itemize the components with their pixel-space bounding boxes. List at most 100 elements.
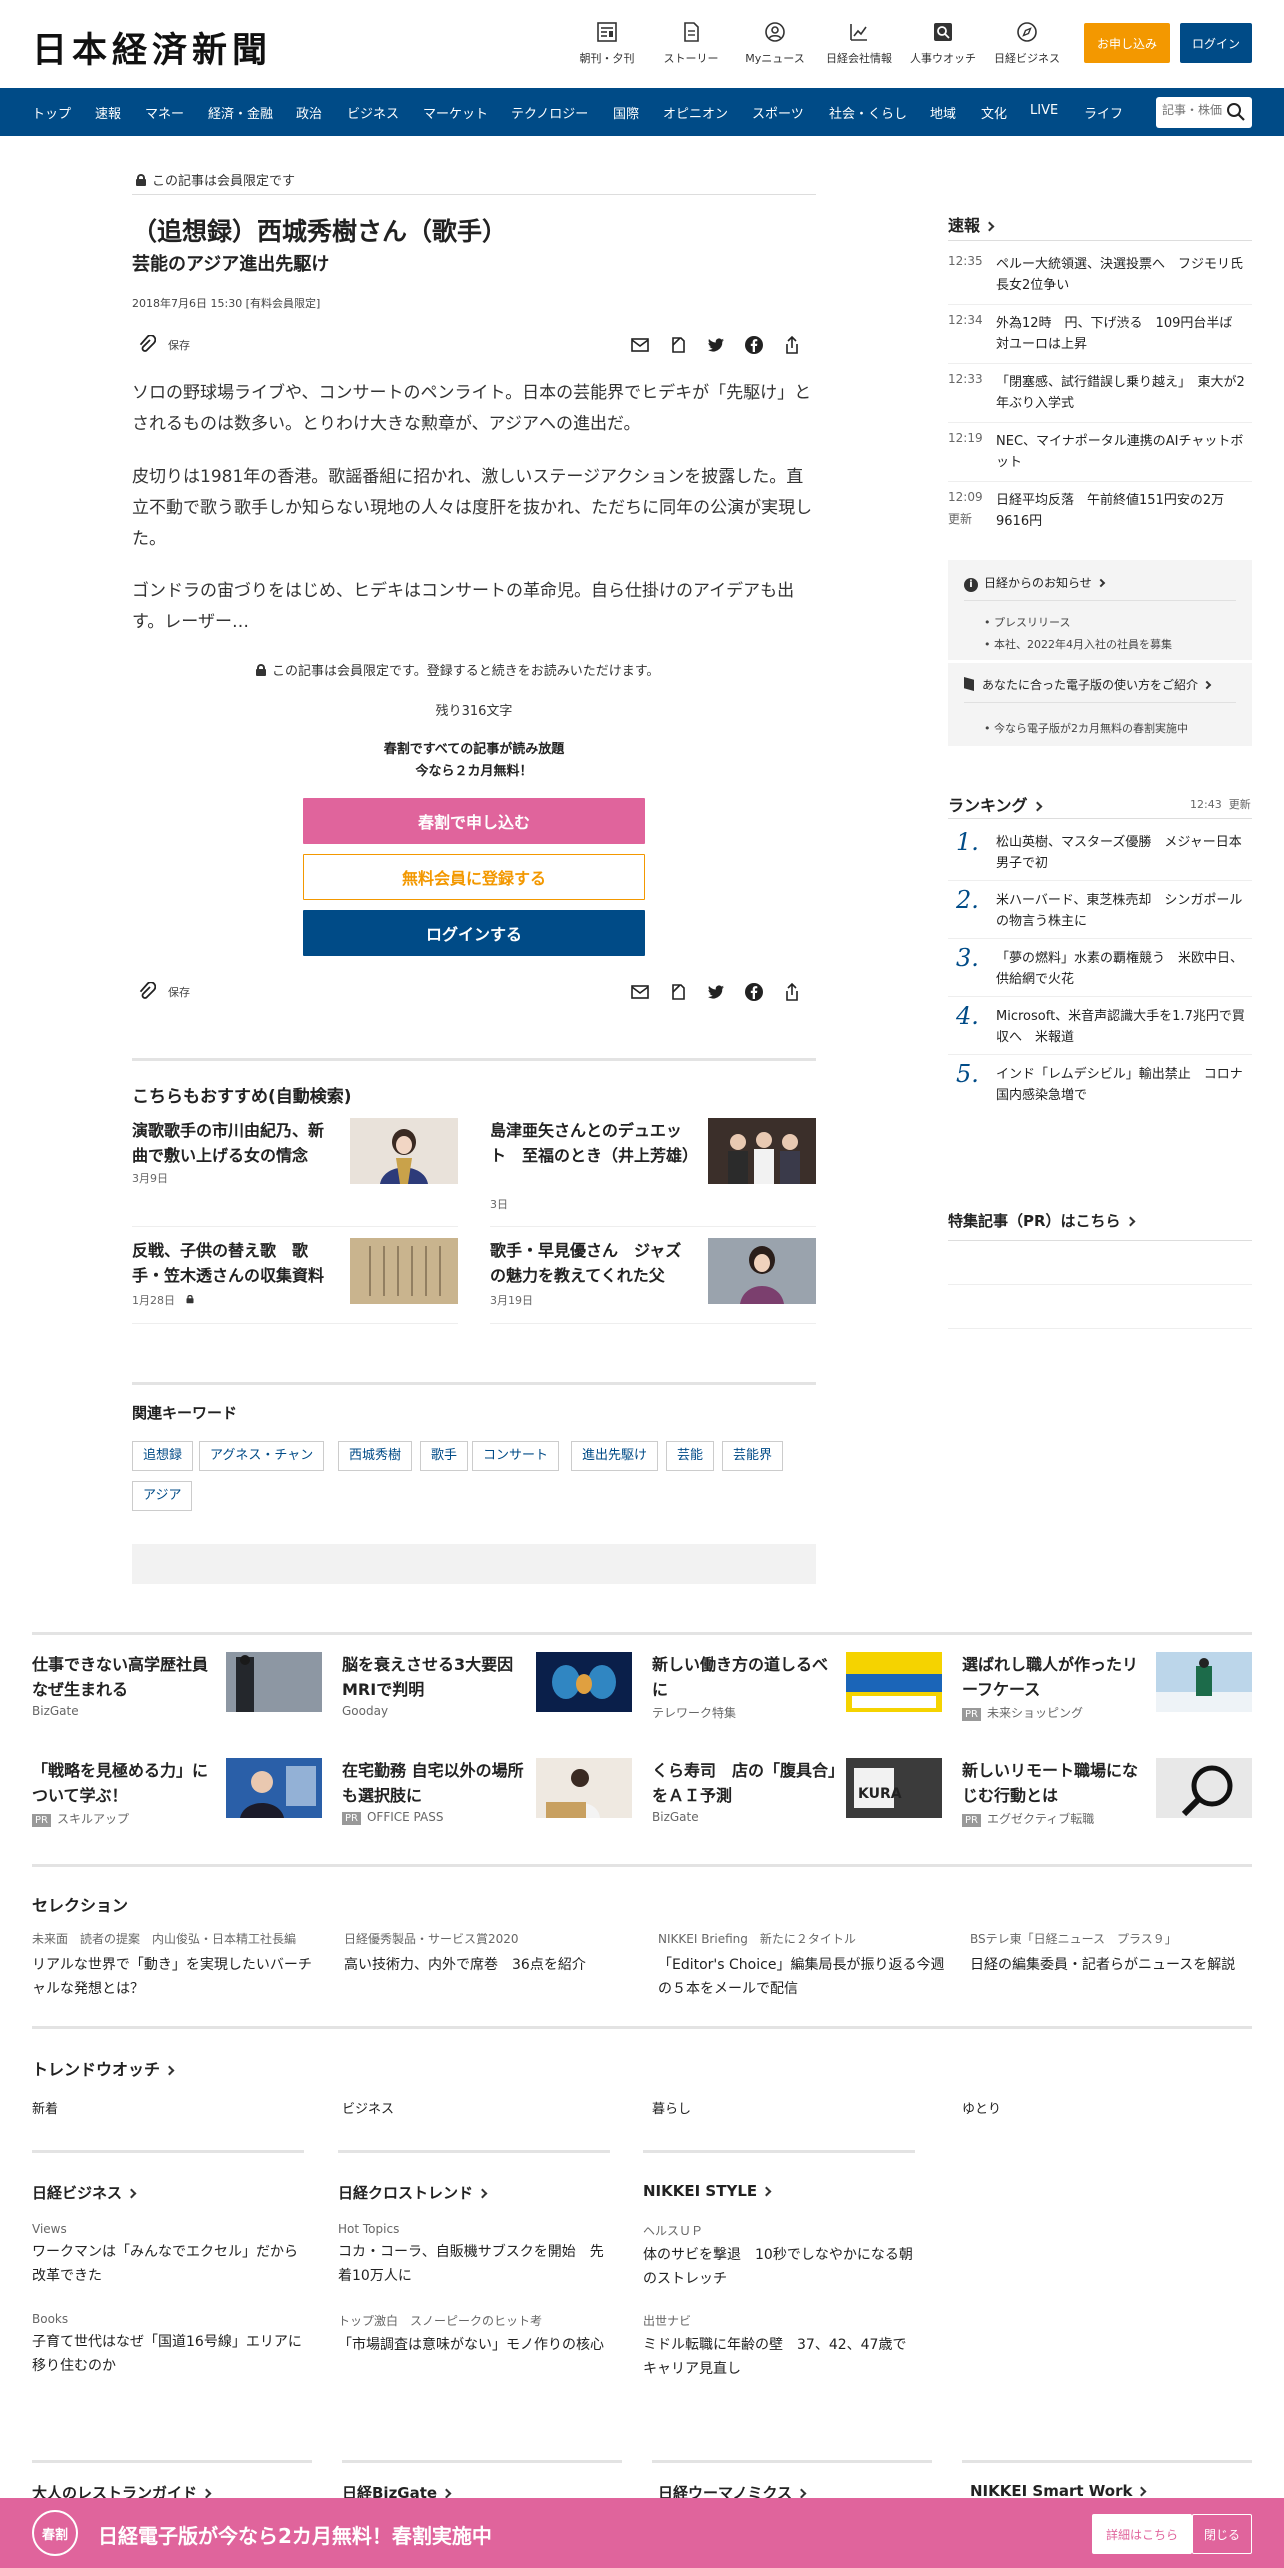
keyword-tag[interactable]: 追想録 [132,1441,194,1471]
media-item-title[interactable]: 「市場調査は意味がない」モノ作りの核心 [338,2333,610,2357]
recommend-thumbnail[interactable] [350,1238,458,1304]
recommend-item[interactable]: 演歌歌手の市川由紀乃、新曲で敷い上げる女の情念 3月9日 [132,1118,458,1218]
pr-ad-image[interactable] [1156,1652,1252,1712]
news-title[interactable]: 日経平均反落 午前終値151円安の2万9616円 [996,490,1252,532]
clip-document-icon[interactable] [668,335,688,355]
ranking-title[interactable]: 「夢の燃料」水素の覇権競う 米欧中日、供給網で火花 [996,948,1252,990]
breaking-news-item[interactable]: 12:35 ペルー大統領選、決選投票へ フジモリ氏長女2位争い [948,254,1252,298]
selection-item[interactable]: BSテレ東「日経ニュース プラス９」 日経の編集委員・記者らがニュースを解説 [970,1930,1260,1977]
pr-ad-image[interactable] [536,1652,632,1712]
special-pr-heading[interactable]: 特集記事（PR）はこちら [948,1210,1135,1231]
save-button[interactable]: 保存 [168,337,190,353]
pr-ad-image[interactable] [226,1758,322,1818]
selection-title[interactable]: 日経の編集委員・記者らがニュースを解説 [970,1953,1260,1977]
nav-item-live[interactable]: LIVE [1030,103,1058,118]
nav-item-breaking[interactable]: 速報 [95,103,121,122]
pr-ad[interactable]: 仕事できない高学歴社員なぜ生まれる BizGate [32,1652,322,1718]
pr-ad[interactable]: 新しい働き方の道しるべに テレワーク特集 [652,1652,942,1720]
clip-document-icon[interactable] [668,982,688,1002]
trend-heading[interactable]: トレンドウオッチ [32,2056,175,2080]
pr-ad-title[interactable]: くら寿司 店の「腹具合」をＡＩ予測 [652,1758,842,1808]
mail-icon[interactable] [630,335,650,355]
media-item[interactable]: ヘルスＵＰ 体のサビを撃退 10秒でしなやかになる朝のストレッチ [643,2222,915,2291]
pr-ad[interactable]: 脳を衰えさせる3大要因 MRIで判明 Gooday [342,1652,632,1718]
media-item-title[interactable]: 子育て世代はなぜ「国道16号線」エリアに移り住むのか [32,2330,304,2378]
header-link-company-info[interactable]: 日経会社情報 [823,20,895,66]
nav-item-culture[interactable]: 文化 [981,103,1007,122]
media-heading[interactable]: NIKKEI STYLE [643,2182,772,2200]
notice-item[interactable]: • プレスリリース [984,614,1070,630]
facebook-icon[interactable] [744,335,764,355]
trend-tab-business[interactable]: ビジネス [342,2098,394,2117]
keyword-tag[interactable]: アグネス・チャン [199,1441,325,1471]
header-link-mynews[interactable]: Myニュース [739,20,811,66]
pr-ad-title[interactable]: 新しい働き方の道しるべに [652,1652,842,1702]
nav-item-top[interactable]: トップ [32,103,71,122]
save-button[interactable]: 保存 [168,984,190,1000]
recommend-thumbnail[interactable] [350,1118,458,1184]
ranking-item[interactable]: 3. 「夢の燃料」水素の覇権競う 米欧中日、供給網で火花 [948,944,1252,992]
pr-ad-title[interactable]: 仕事できない高学歴社員なぜ生まれる [32,1652,222,1702]
trend-tab-leisure[interactable]: ゆとり [962,2098,1001,2117]
banner-details-button[interactable]: 詳細はこちら [1092,2514,1192,2554]
breaking-news-item[interactable]: 12:33 「閉塞感、試行錯誤し乗り越え」 東大が2年ぶり入学式 [948,372,1252,416]
media-item-title[interactable]: 体のサビを撃退 10秒でしなやかになる朝のストレッチ [643,2243,915,2291]
ranking-title[interactable]: 松山英樹、マスターズ優勝 メジャー日本男子で初 [996,832,1252,874]
pr-ad[interactable]: 選ばれし職人が作ったリーフケース PR 未来ショッピング [962,1652,1252,1721]
nav-item-politics[interactable]: 政治 [296,103,322,122]
keyword-tag[interactable]: コンサート [472,1441,560,1471]
selection-item[interactable]: NIKKEI Briefing 新たに２タイトル 「Editor's Choice… [658,1930,948,2001]
recommend-title[interactable]: 演歌歌手の市川由紀乃、新曲で敷い上げる女の情念 [132,1118,332,1168]
selection-item[interactable]: 日経優秀製品・サービス賞2020 高い技術力、内外で席巻 36点を紹介 [344,1930,634,1977]
keyword-tag[interactable]: アジア [132,1481,193,1511]
media-heading[interactable]: 日経クロストレンド [338,2182,488,2203]
nav-item-international[interactable]: 国際 [613,103,639,122]
ranking-title[interactable]: Microsoft、米音声認識大手を1.7兆円で買収へ 米報道 [996,1006,1252,1048]
keyword-tag[interactable]: 進出先駆け [571,1441,659,1471]
ranking-title[interactable]: 米ハーバード、東芝株売却 シンガポールの物言う株主に [996,890,1252,932]
pr-ad-title[interactable]: 新しいリモート職場になじむ行動とは [962,1758,1152,1808]
pr-ad[interactable]: 「戦略を見極める力」について学ぶ！ PR スキルアップ [32,1758,322,1827]
recommend-item[interactable]: 反戦、子供の替え歌 歌手・笠木透さんの収集資料 1月28日 [132,1238,458,1318]
twitter-icon[interactable] [706,982,726,1002]
ranking-item[interactable]: 4. Microsoft、米音声認識大手を1.7兆円で買収へ 米報道 [948,1002,1252,1050]
search-input[interactable] [1162,103,1222,117]
guide-heading[interactable]: あなたに合った電子版の使い方をご紹介 [964,676,1212,693]
ranking-heading[interactable]: ランキング [948,792,1042,816]
nav-item-market[interactable]: マーケット [423,103,488,122]
login-button[interactable]: ログイン [1180,23,1252,63]
keyword-tag[interactable]: 歌手 [420,1441,469,1471]
apply-button[interactable]: お申し込み [1084,23,1170,63]
breaking-news-item[interactable]: 12:34 外為12時 円、下げ渋る 109円台半ば 対ユーロは上昇 [948,313,1252,357]
pr-ad-title[interactable]: 脳を衰えさせる3大要因 MRIで判明 [342,1652,532,1702]
share-icon[interactable] [782,335,802,355]
nav-item-technology[interactable]: テクノロジー [511,103,588,122]
header-link-paper[interactable]: 朝刊・夕刊 [571,20,643,66]
pr-ad[interactable]: くら寿司 店の「腹具合」をＡＩ予測 BizGate KURA [652,1758,942,1824]
news-title[interactable]: NEC、マイナポータル連携のAIチャットボット [996,431,1252,473]
ranking-item[interactable]: 1. 松山英樹、マスターズ優勝 メジャー日本男子で初 [948,828,1252,876]
media-item-title[interactable]: ワークマンは「みんなでエクセル」だから改革できた [32,2240,304,2288]
login-article-button[interactable]: ログインする [303,910,645,956]
recommend-thumbnail[interactable] [708,1238,816,1304]
news-title[interactable]: 外為12時 円、下げ渋る 109円台半ば 対ユーロは上昇 [996,313,1252,355]
pr-ad-title[interactable]: 在宅勤務 自宅以外の場所も選択肢に [342,1758,532,1808]
news-title[interactable]: 「閉塞感、試行錯誤し乗り越え」 東大が2年ぶり入学式 [996,372,1252,414]
recommend-title[interactable]: 歌手・早見優さん ジャズの魅力を教えてくれた父 [490,1238,690,1288]
recommend-title[interactable]: 反戦、子供の替え歌 歌手・笠木透さんの収集資料 [132,1238,332,1288]
guide-item[interactable]: • 今なら電子版が2カ月無料の春割実施中 [984,720,1188,736]
search-icon[interactable] [1226,102,1246,122]
twitter-icon[interactable] [706,335,726,355]
nav-item-sports[interactable]: スポーツ [752,103,804,122]
nikkei-logo[interactable]: 日本経済新聞 [32,22,272,73]
selection-title[interactable]: 「Editor's Choice」編集局長が振り返る今週の５本をメールで配信 [658,1953,948,2001]
banner-close-button[interactable]: 閉じる [1192,2514,1252,2554]
nav-item-society[interactable]: 社会・くらし [829,103,907,122]
spring-subscribe-button[interactable]: 春割で申し込む [303,798,645,844]
breaking-news-item[interactable]: 12:19 NEC、マイナポータル連携のAIチャットボット [948,431,1252,475]
media-item[interactable]: トップ激白 スノーピークのヒット考 「市場調査は意味がない」モノ作りの核心 [338,2312,610,2357]
recommend-thumbnail[interactable] [708,1118,816,1184]
media-item[interactable]: Hot Topics コカ・コーラ、自販機サブスクを開始 先着10万人に [338,2222,610,2288]
media-item[interactable]: 出世ナビ ミドル転職に年齢の壁 37、42、47歳でキャリア見直し [643,2312,915,2381]
selection-item[interactable]: 未来面 読者の提案 内山俊弘・日本精工社長編 リアルな世界で「動き」を実現したいバ… [32,1930,322,2001]
